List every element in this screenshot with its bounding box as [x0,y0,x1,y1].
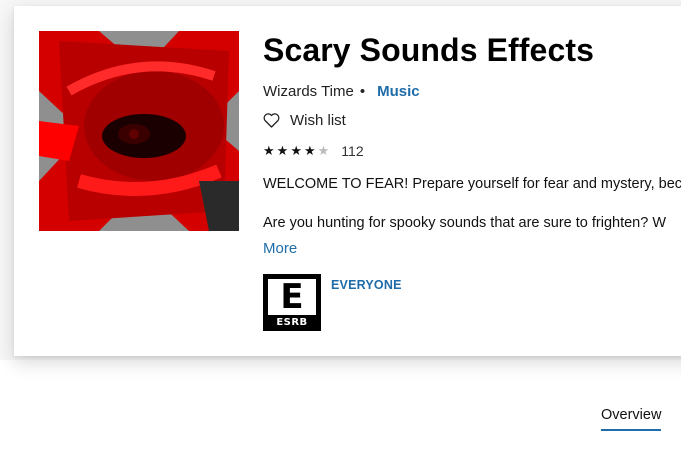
separator-dot: • [359,83,366,100]
tab-overview[interactable]: Overview [601,407,662,431]
rating-count: 112 [341,143,364,159]
star-icon: ★ [290,143,302,158]
description-line-1: WELCOME TO FEAR! Prepare yourself for fe… [263,176,681,192]
app-artwork[interactable] [39,31,239,231]
app-artwork-image [39,31,239,231]
star-icon: ★ [263,143,275,158]
star-icon: ★ [303,143,316,158]
star-empty-icon: ★ [317,143,330,158]
wishlist-label: Wish list [290,112,346,129]
esrb-badge[interactable]: E ESRB [263,274,321,331]
esrb-letter: E [268,279,316,315]
app-title: Scary Sounds Effects [263,32,594,68]
esrb-label: ESRB [276,317,308,328]
more-link[interactable]: More [263,240,297,257]
publisher-row: Wizards Time • Music [263,83,420,100]
star-icon: ★ [276,143,289,158]
lower-section [0,360,681,451]
esrb-rating-text[interactable]: EVERYONE [331,278,402,292]
heart-icon [263,113,280,128]
star-rating: ★ ★ ★ ★ ★ [263,143,329,159]
description-line-2: Are you hunting for spooky sounds that a… [263,215,667,231]
category-link[interactable]: Music [377,83,420,100]
rating-row[interactable]: ★ ★ ★ ★ ★ 112 [263,143,364,159]
wishlist-button[interactable]: Wish list [263,112,346,129]
publisher-name: Wizards Time [263,83,354,100]
